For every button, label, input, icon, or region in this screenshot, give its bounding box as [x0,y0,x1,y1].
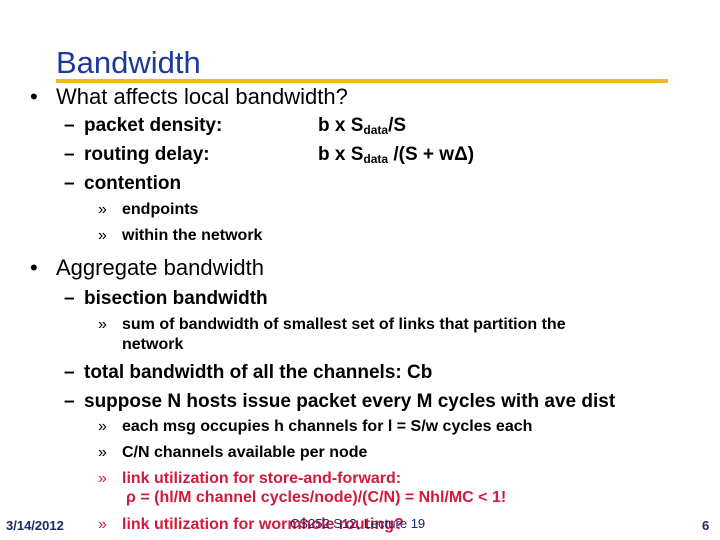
raquo-glyph: » [98,418,107,435]
formula-packet-density: b x Sdata/S [318,115,406,137]
item-label: routing delay: [84,144,210,165]
sub-msg-occupies: » each msg occupies h channels for l = S/… [98,418,532,436]
formula-routing-delay: b x Sdata /(S + wΔ) [318,144,474,166]
bullet-glyph: • [30,255,38,280]
bullet-text: What affects local bandwidth? [56,84,348,109]
raquo-glyph: » [98,201,107,218]
sub-bisection-def-cont: network [122,336,184,353]
dash-glyph: – [64,288,75,309]
raquo-glyph: » [98,316,107,333]
sub-endpoints: » endpoints [98,201,198,219]
bullet-text: Aggregate bandwidth [56,255,264,280]
item-routing-delay: – routing delay: [64,144,210,166]
sub-store-and-forward: » link utilization for store-and-forward: [98,470,401,488]
sub-text: each msg occupies h channels for l = S/w… [122,418,533,435]
sub-text: sum of bandwidth of smallest set of link… [122,316,566,333]
dash-glyph: – [64,144,75,165]
formula-sub: data [363,123,389,137]
formula-sub: data [363,152,389,166]
slide-title: Bandwidth [56,45,201,80]
dash-glyph: – [64,173,75,194]
item-label: total bandwidth of all the channels: Cb [84,362,433,383]
footer-page-number: 6 [702,518,710,533]
dash-glyph: – [64,391,75,412]
bullet-glyph: • [30,84,38,109]
dash-glyph: – [64,115,75,136]
item-label: bisection bandwidth [84,288,268,309]
footer-date: 3/14/2012 [6,518,64,533]
bullet-aggregate-bandwidth: • Aggregate bandwidth [30,255,264,281]
raquo-glyph: » [98,516,107,533]
sub-text: within the network [122,227,263,244]
formula-pre: b x S [318,144,364,165]
item-bisection: – bisection bandwidth [64,288,268,310]
item-label: contention [84,173,182,194]
footer-course: CS252 S12, Lecture 19 [290,516,426,531]
sub-within-network: » within the network [98,227,262,245]
formula-post: /(S + wΔ) [388,144,475,165]
sub-text: endpoints [122,201,199,218]
item-suppose: – suppose N hosts issue packet every M cy… [64,391,615,413]
title-underline [56,79,668,83]
item-contention: – contention [64,173,181,195]
rho-formula: ρ = (hl/M channel cycles/node)/(C/N) = N… [126,489,507,506]
dash-glyph: – [64,362,75,383]
item-label: suppose N hosts issue packet every M cyc… [84,391,616,412]
sub-bisection-def: » sum of bandwidth of smallest set of lin… [98,316,566,334]
formula-pre: b x S [318,115,364,136]
raquo-glyph: » [98,444,107,461]
sub-channels-per-node: » C/N channels available per node [98,444,367,462]
raquo-glyph: » [98,470,107,487]
sub-text: C/N channels available per node [122,444,368,461]
raquo-glyph: » [98,227,107,244]
bullet-local-bandwidth: • What affects local bandwidth? [30,84,348,110]
formula-post: /S [388,115,407,136]
sub-text: link utilization for store-and-forward: [122,470,402,487]
item-packet-density: – packet density: [64,115,222,137]
item-total-bandwidth: – total bandwidth of all the channels: Cb [64,362,432,384]
item-label: packet density: [84,115,223,136]
